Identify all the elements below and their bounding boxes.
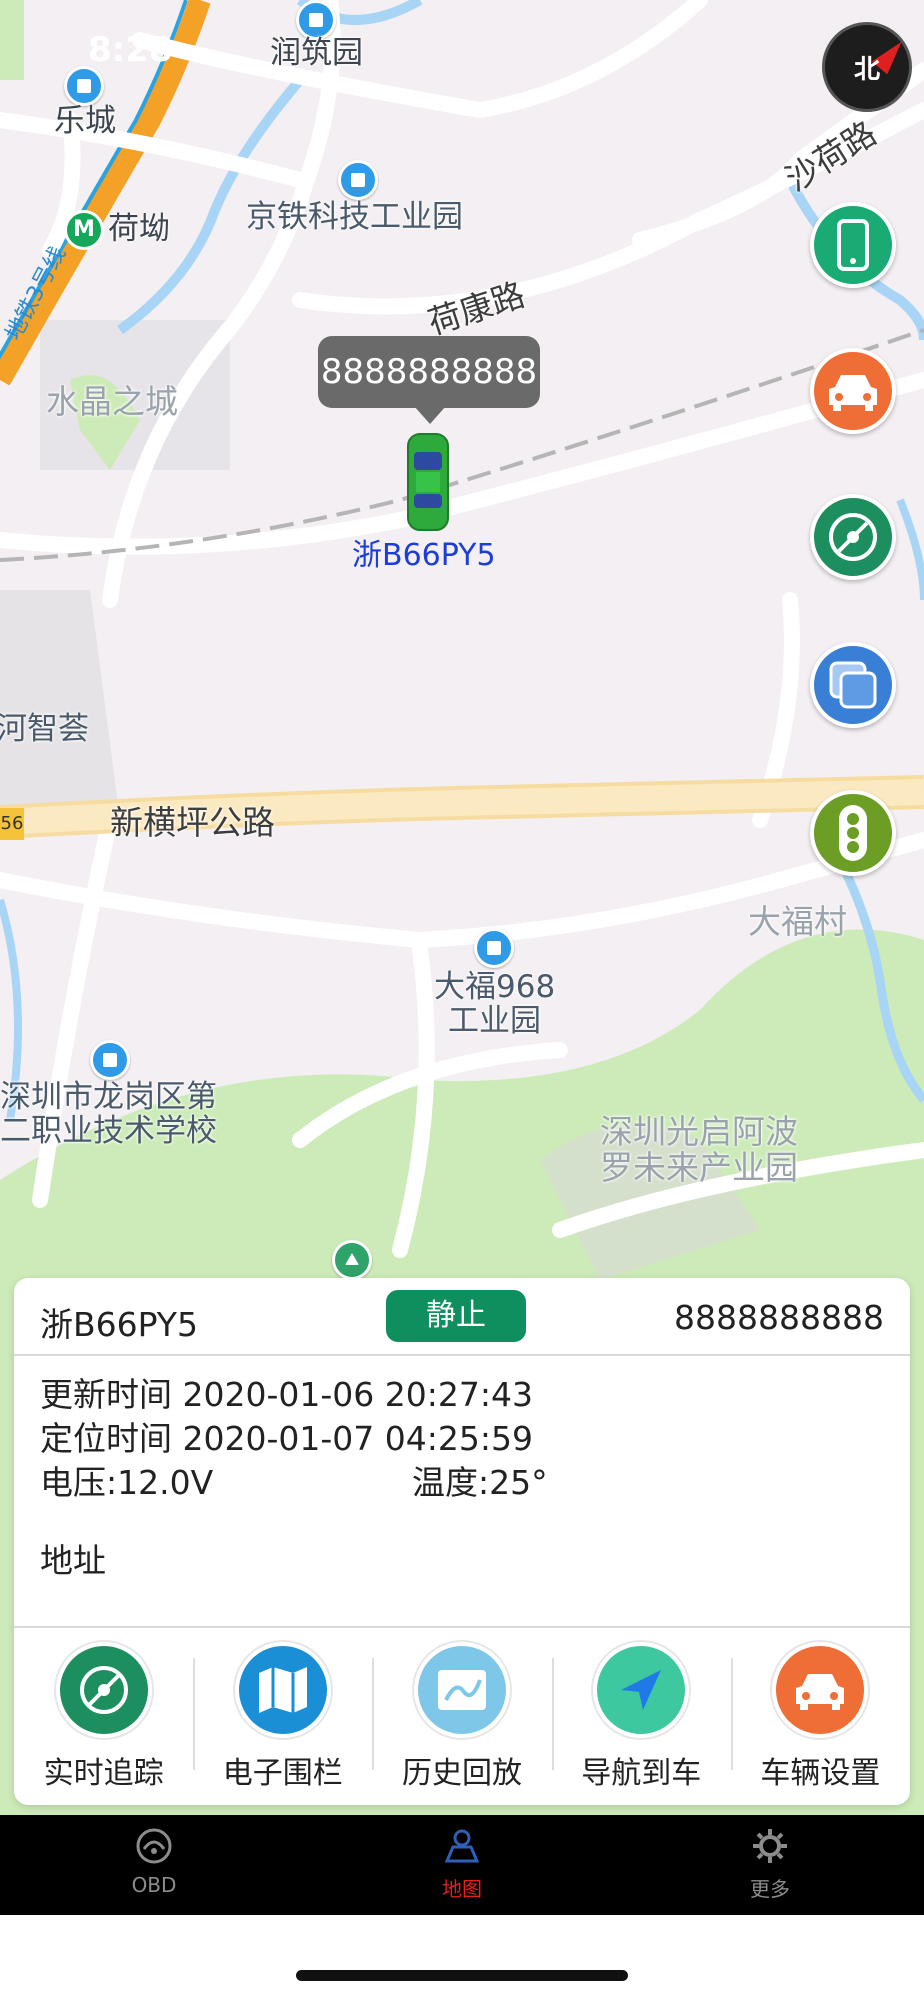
divider: [14, 1626, 910, 1628]
vehicle-info-card: 浙B66PY5 静止 8888888888 更新时间 2020-01-06 20…: [14, 1278, 910, 1805]
map-label-school-2: 二职业技术学校: [0, 1113, 217, 1149]
map-label-guangqi-1: 深圳光启阿波: [600, 1112, 798, 1151]
vehicle-marker[interactable]: [404, 432, 452, 536]
car-icon: [829, 375, 877, 411]
navigation-icon: [621, 1670, 662, 1710]
update-time: 更新时间 2020-01-06 20:27:43: [40, 1375, 533, 1414]
map-label-school-1: 深圳市龙岗区第: [0, 1079, 217, 1115]
realtime-tracking-button[interactable]: 实时追踪: [14, 1642, 193, 1792]
geofence-button[interactable]: 电子围栏: [193, 1642, 372, 1792]
map-label-hezhi: 河智荟: [0, 711, 89, 747]
vehicle-settings-button[interactable]: 车辆设置: [730, 1642, 910, 1792]
map-user-icon: [444, 1829, 480, 1863]
phone-icon: [837, 219, 869, 271]
poi-pin-icon: [64, 66, 104, 106]
info-card-header: 浙B66PY5 静止 8888888888: [14, 1278, 910, 1356]
home-indicator[interactable]: [296, 1970, 628, 1981]
map-layers-button[interactable]: [810, 642, 896, 728]
map-label-dafu-village: 大福村: [748, 902, 847, 941]
layers-icon: [829, 661, 877, 709]
history-playback-button[interactable]: 历史回放: [372, 1642, 551, 1792]
map-fence-icon: [258, 1667, 307, 1713]
tab-map[interactable]: 地图: [308, 1815, 616, 1915]
device-id: 8888888888: [674, 1298, 884, 1337]
status-time: 8:28: [88, 30, 173, 70]
vehicle-plate: 浙B66PY5: [40, 1305, 198, 1344]
map-label-heao: 荷坳: [108, 211, 170, 247]
map-label-xinhengping: 新横坪公路: [110, 803, 275, 842]
action-label: 实时追踪: [43, 1756, 164, 1791]
tab-more[interactable]: 更多: [616, 1815, 924, 1915]
address: 地址: [40, 1541, 106, 1580]
tracking-icon: [79, 1666, 128, 1714]
school-pin-icon: [90, 1040, 130, 1080]
compass-icon: [829, 513, 877, 561]
navigate-to-car-button[interactable]: 导航到车: [551, 1642, 731, 1792]
poi-pin-icon: [474, 928, 514, 968]
action-label: 导航到车: [581, 1756, 702, 1791]
phone-location-button[interactable]: [810, 202, 896, 288]
tab-label: OBD: [131, 1873, 177, 1897]
map-label-dafu968: 大福968: [434, 969, 556, 1005]
metro-station-icon: M: [64, 210, 104, 250]
map-label-shuijing: 水晶之城: [46, 382, 178, 421]
poi-pin-icon: [296, 0, 336, 40]
park-pin-icon: [332, 1240, 372, 1280]
history-playback-icon: [438, 1670, 486, 1710]
obd-icon: [136, 1828, 172, 1864]
bubble-tail: [414, 406, 446, 424]
compass-button[interactable]: 北: [822, 22, 912, 112]
status-badge: 静止: [386, 1290, 526, 1342]
map-label-lecheng: 乐城: [54, 103, 116, 139]
tab-obd[interactable]: OBD: [0, 1815, 308, 1915]
route-number-badge: 56: [0, 808, 24, 840]
traffic-light-icon: [839, 805, 867, 861]
map-label-guangqi-2: 罗未来产业园: [600, 1148, 798, 1187]
vehicle-location-button[interactable]: [810, 348, 896, 434]
action-label: 电子围栏: [222, 1756, 343, 1791]
tab-bar: OBD 地图 更多: [0, 1815, 924, 1915]
map-label-jingtie: 京铁科技工业园: [246, 199, 463, 235]
vehicle-plate-label: 浙B66PY5: [352, 538, 496, 573]
locate-time: 定位时间 2020-01-07 04:25:59: [40, 1419, 533, 1458]
poi-pin-icon: [338, 160, 378, 200]
tab-label: 地图: [442, 1877, 482, 1901]
action-label: 历史回放: [402, 1756, 522, 1791]
vehicle-info-bubble[interactable]: 8888888888: [318, 336, 540, 408]
action-label: 车辆设置: [760, 1756, 881, 1791]
gear-icon: [753, 1829, 787, 1863]
action-bar: 实时追踪 电子围栏 历史回放 导航到车 车辆设置: [14, 1642, 910, 1792]
compass-north-label: 北: [853, 55, 880, 85]
track-toggle-button[interactable]: [810, 494, 896, 580]
green-car-icon: [407, 433, 449, 531]
car-settings-icon: [796, 1674, 845, 1710]
map-label-runzhu: 润筑园: [270, 35, 363, 71]
temperature: 温度:25°: [412, 1463, 548, 1502]
traffic-button[interactable]: [810, 790, 896, 876]
tab-label: 更多: [750, 1877, 790, 1901]
voltage: 电压:12.0V: [40, 1463, 214, 1502]
map-label-dafu968-park: 工业园: [448, 1003, 541, 1039]
